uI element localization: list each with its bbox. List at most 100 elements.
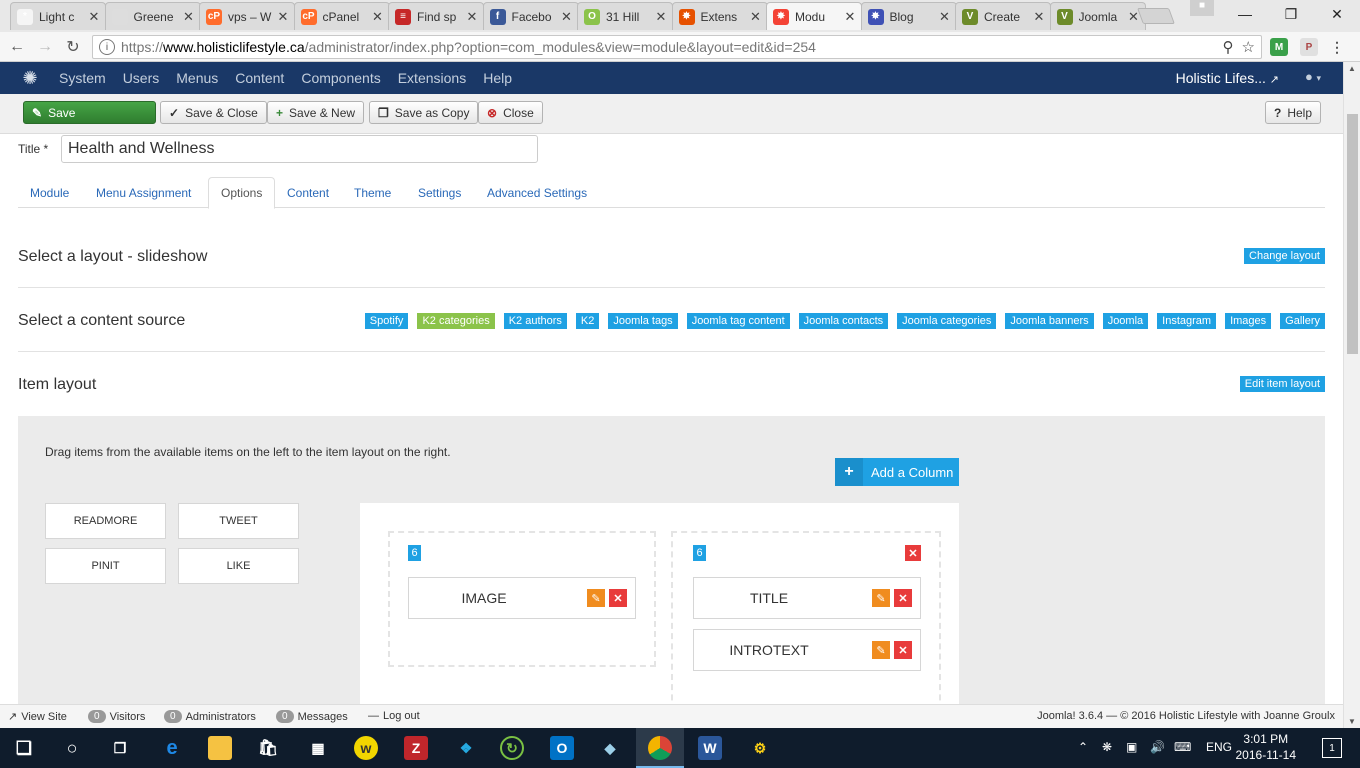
menu-menus[interactable]: Menus — [176, 70, 218, 86]
task-view-icon[interactable]: ❐ — [108, 736, 132, 760]
browser-tab-find[interactable]: ≡ Find sp ✕ — [388, 2, 484, 30]
administrators-link[interactable]: 0 Administrators — [164, 710, 256, 723]
bookmark-star-icon[interactable]: ☆ — [1242, 38, 1255, 56]
close-window-icon[interactable]: ✕ — [1314, 0, 1360, 28]
pencil-icon[interactable]: ✎ — [872, 641, 890, 659]
source-k2-authors[interactable]: K2 authors — [503, 313, 567, 329]
tab-close-icon[interactable]: ✕ — [371, 9, 385, 25]
browser-tab-greene[interactable]: Greene ✕ — [104, 2, 201, 30]
delete-column-icon[interactable]: ✕ — [905, 545, 921, 561]
dreamweaver-icon[interactable]: w — [354, 736, 378, 760]
app-icon[interactable]: ↻ — [500, 736, 524, 760]
source-joomla-contacts[interactable]: Joomla contacts — [798, 313, 889, 329]
available-item-pinit[interactable]: PINIT — [45, 548, 166, 584]
source-spotify[interactable]: Spotify — [364, 313, 409, 329]
save-copy-button[interactable]: ❐ Save as Copy — [369, 101, 479, 124]
source-joomla-categories[interactable]: Joomla categories — [897, 313, 997, 329]
profile-icon[interactable]: ■ — [1190, 0, 1214, 16]
available-item-readmore[interactable]: READMORE — [45, 503, 166, 539]
source-images[interactable]: Images — [1225, 313, 1272, 329]
tab-close-icon[interactable]: ✕ — [276, 9, 290, 25]
edge-icon[interactable]: e — [160, 736, 184, 760]
available-item-tweet[interactable]: TWEET — [178, 503, 299, 539]
browser-tab-facebook[interactable]: f Facebo ✕ — [482, 2, 579, 30]
site-name-link[interactable]: Holistic Lifes... ↗ — [1176, 70, 1279, 86]
language-indicator[interactable]: ENG — [1206, 740, 1232, 754]
browser-tab-cpanel[interactable]: cP cPanel ✕ — [293, 2, 390, 30]
layout-item-image[interactable]: IMAGE ✎ ✕ — [408, 577, 636, 619]
browser-tab-modules[interactable]: ✸ Modu ✕ — [766, 2, 862, 30]
maximize-icon[interactable]: ❐ — [1268, 0, 1314, 28]
tab-close-icon[interactable]: ✕ — [749, 9, 763, 25]
available-item-like[interactable]: LIKE — [178, 548, 299, 584]
pencil-icon[interactable]: ✎ — [587, 589, 605, 607]
tab-close-icon[interactable]: ✕ — [843, 9, 857, 25]
source-joomla-tags[interactable]: Joomla tags — [608, 313, 678, 329]
tab-close-icon[interactable]: ✕ — [182, 9, 196, 25]
browser-tab-blog[interactable]: ✸ Blog ✕ — [860, 2, 957, 30]
tab-close-icon[interactable]: ✕ — [1032, 9, 1046, 25]
info-icon[interactable]: i — [99, 39, 115, 55]
delete-icon[interactable]: ✕ — [609, 589, 627, 607]
browser-tab-light[interactable]: * Light c ✕ — [10, 2, 106, 30]
delete-icon[interactable]: ✕ — [894, 589, 912, 607]
messages-link[interactable]: 0 Messages — [276, 710, 348, 723]
kodi-icon[interactable]: ❖ — [454, 736, 478, 760]
tab-options[interactable]: Options — [208, 177, 276, 209]
browser-tab-hill[interactable]: O 31 Hill ✕ — [577, 2, 673, 30]
tab-settings[interactable]: Settings — [406, 177, 473, 208]
url-input[interactable]: i https://www.holisticlifestyle.ca/admin… — [92, 35, 1262, 59]
tab-theme[interactable]: Theme — [342, 177, 403, 208]
help-button[interactable]: ? Help — [1265, 101, 1322, 124]
file-explorer-icon[interactable] — [208, 736, 232, 760]
keyboard-icon[interactable]: ⌨ — [1174, 740, 1191, 754]
browser-tab-create[interactable]: V Create ✕ — [955, 2, 1051, 30]
scrollbar-thumb[interactable] — [1347, 114, 1358, 354]
source-joomla[interactable]: Joomla — [1102, 313, 1149, 329]
close-button[interactable]: ⊗ Close — [478, 101, 543, 124]
tab-menu-assignment[interactable]: Menu Assignment — [84, 177, 203, 208]
app-icon[interactable]: ◆ — [598, 736, 622, 760]
layout-item-title[interactable]: TITLE ✎ ✕ — [693, 577, 921, 619]
layout-column-2[interactable]: 6 ✕ TITLE ✎ ✕ INTROTEXT ✎ ✕ — [671, 531, 941, 704]
browser-tab-vps[interactable]: cP vps – W ✕ — [199, 2, 295, 30]
network-app-icon[interactable]: ⚙ — [748, 736, 772, 760]
layout-column-1[interactable]: 6 IMAGE ✎ ✕ — [388, 531, 656, 667]
windows-start-icon[interactable]: ❏ — [12, 736, 36, 760]
notification-center-icon[interactable]: 1 — [1322, 738, 1342, 758]
word-icon[interactable]: W — [698, 736, 722, 760]
browser-tab-joomla[interactable]: V Joomla ✕ — [1049, 2, 1146, 30]
source-k2-categories[interactable]: K2 categories — [417, 313, 495, 329]
menu-extensions[interactable]: Extensions — [398, 70, 466, 86]
back-icon[interactable]: ← — [6, 36, 28, 58]
menu-help[interactable]: Help — [483, 70, 512, 86]
add-column-button[interactable]: + Add a Column — [835, 458, 959, 486]
store-icon[interactable]: 🛍 — [256, 736, 280, 760]
cortana-search-icon[interactable]: ○ — [60, 736, 84, 760]
tab-close-icon[interactable]: ✕ — [87, 9, 101, 25]
menu-content[interactable]: Content — [235, 70, 284, 86]
page-scrollbar[interactable]: ▲ ▼ — [1343, 62, 1360, 728]
source-joomla-banners[interactable]: Joomla banners — [1005, 313, 1094, 329]
view-site-link[interactable]: ↗ View Site — [8, 710, 67, 724]
save-new-button[interactable]: + Save & New — [267, 101, 365, 124]
calculator-icon[interactable]: ▦ — [306, 736, 330, 760]
tab-content[interactable]: Content — [275, 177, 341, 208]
tray-expand-icon[interactable]: ⌃ — [1078, 740, 1088, 754]
source-joomla-tag-content[interactable]: Joomla tag content — [686, 313, 790, 329]
chrome-icon[interactable] — [648, 736, 672, 760]
delete-icon[interactable]: ✕ — [894, 641, 912, 659]
tab-close-icon[interactable]: ✕ — [560, 9, 574, 25]
extension-icon[interactable]: M — [1270, 38, 1288, 56]
visitors-link[interactable]: 0 Visitors — [88, 710, 145, 723]
edit-item-layout-button[interactable]: Edit item layout — [1239, 376, 1325, 392]
zoom-icon[interactable]: ⚲ — [1223, 38, 1234, 56]
source-k2[interactable]: K2 — [575, 313, 600, 329]
tab-close-icon[interactable]: ✕ — [465, 9, 479, 25]
source-instagram[interactable]: Instagram — [1157, 313, 1217, 329]
menu-components[interactable]: Components — [301, 70, 380, 86]
scroll-down-icon[interactable]: ▼ — [1348, 717, 1356, 726]
pdf-extension-icon[interactable]: P — [1300, 38, 1318, 56]
joomla-logo-icon[interactable]: ✺ — [20, 68, 40, 88]
menu-system[interactable]: System — [59, 70, 106, 86]
